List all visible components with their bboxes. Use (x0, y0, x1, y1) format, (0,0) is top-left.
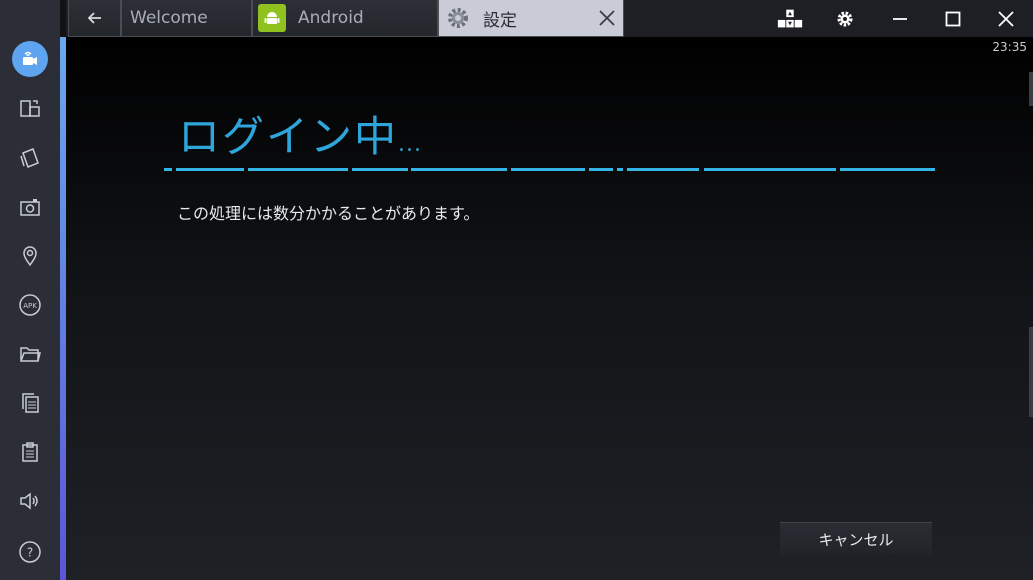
divider-segment (511, 168, 585, 171)
dialog-message: この処理には数分かかることがあります。 (177, 204, 480, 223)
dialog-title-text: ログイン中 (178, 112, 399, 161)
shake-button[interactable] (10, 138, 50, 178)
volume-icon (20, 492, 38, 510)
keyboard-mapping-button[interactable] (776, 5, 804, 33)
divider-segment (176, 168, 244, 171)
apk-install-button[interactable]: APK (10, 285, 50, 325)
svg-text:?: ? (27, 546, 33, 560)
help-icon: ? (19, 541, 41, 563)
phone-rotate-icon (20, 100, 40, 117)
divider-segment (840, 168, 935, 171)
folder-button[interactable] (10, 334, 50, 374)
help-button[interactable]: ? (10, 532, 50, 572)
tab-settings[interactable]: 設定 (438, 0, 624, 37)
keyboard-icon (777, 9, 803, 28)
folder-icon (20, 347, 41, 362)
close-icon[interactable] (597, 8, 617, 28)
gear-icon (448, 8, 468, 28)
rotate-button[interactable] (10, 89, 50, 129)
tab-settings-label: 設定 (483, 10, 517, 31)
divider-segment (352, 168, 408, 171)
cancel-button-label: キャンセル (818, 530, 894, 549)
status-bar: 23:35 (66, 37, 1033, 59)
screenshot-button[interactable] (10, 187, 50, 227)
android-screen: 23:35 ログイン中... この処理には数分かかることがあります。 キャンセル (66, 37, 1033, 580)
minimize-icon (893, 18, 907, 20)
back-arrow-icon (87, 12, 101, 24)
volume-button[interactable] (10, 481, 50, 521)
cancel-button[interactable]: キャンセル (780, 522, 932, 555)
settings-button[interactable] (831, 5, 859, 33)
paste-button[interactable] (10, 432, 50, 472)
svg-text:APK: APK (23, 302, 37, 310)
apk-icon: APK (19, 294, 41, 316)
window-close-icon (998, 11, 1014, 27)
divider-segment (248, 168, 348, 171)
divider-segment (164, 168, 172, 171)
screenshot-icon (20, 199, 40, 216)
paste-icon (22, 442, 38, 462)
tab-android-label: Android (298, 8, 364, 28)
divider-segment (704, 168, 836, 171)
title-bar: Welcome Android 設定 (66, 0, 1033, 37)
divider-segment (411, 168, 507, 171)
tab-welcome[interactable]: Welcome (121, 0, 252, 37)
location-icon (23, 246, 37, 267)
tab-android[interactable]: Android (252, 0, 438, 37)
scroll-mark (1029, 72, 1033, 106)
android-icon (258, 4, 286, 32)
tab-welcome-label: Welcome (130, 8, 208, 28)
copy-button[interactable] (10, 383, 50, 423)
back-button[interactable] (68, 0, 121, 37)
window-close-button[interactable] (992, 5, 1020, 33)
maximize-icon (945, 11, 961, 27)
divider-segment (617, 168, 623, 171)
video-call-button[interactable] (12, 41, 48, 77)
video-call-icon (23, 51, 37, 65)
left-sidebar: APK ? (0, 0, 60, 580)
dialog-title: ログイン中... (178, 103, 422, 164)
divider-segment (627, 168, 699, 171)
shake-icon (20, 148, 39, 168)
copy-icon (22, 393, 39, 413)
settings-gear-icon (837, 11, 853, 27)
dialog-title-ellipsis: ... (398, 132, 422, 157)
status-clock: 23:35 (992, 40, 1027, 54)
location-button[interactable] (10, 236, 50, 276)
divider-segment (589, 168, 613, 171)
title-divider (164, 168, 935, 172)
minimize-button[interactable] (886, 5, 914, 33)
maximize-button[interactable] (939, 5, 967, 33)
scroll-mark (1029, 327, 1033, 417)
